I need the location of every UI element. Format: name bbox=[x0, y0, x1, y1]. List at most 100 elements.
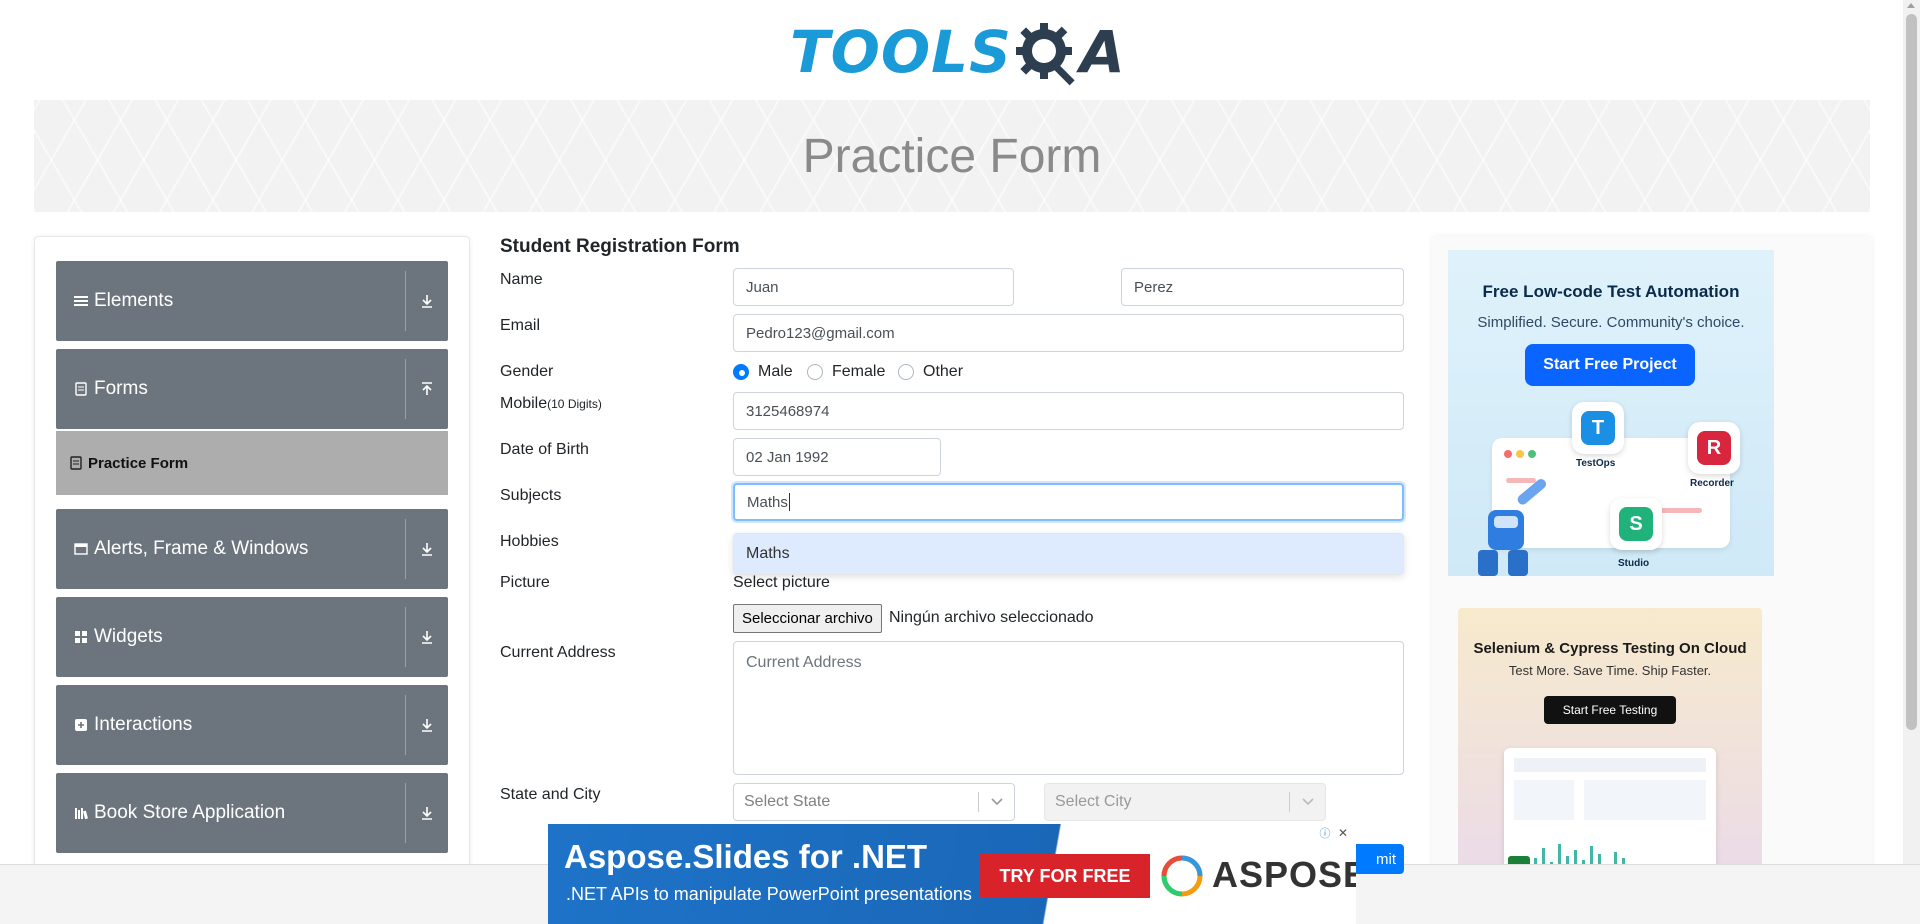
picture-label: Picture bbox=[500, 574, 550, 591]
chevron-down-icon[interactable] bbox=[978, 792, 1014, 812]
sidebar-group-label: Widgets bbox=[94, 626, 163, 647]
divider bbox=[405, 519, 406, 579]
scrollbar-thumb[interactable] bbox=[1906, 14, 1917, 730]
email-label: Email bbox=[500, 317, 541, 334]
gender-radio-male[interactable]: Male bbox=[733, 363, 793, 381]
city-select[interactable]: Select City bbox=[1044, 783, 1326, 821]
gear-magnifier-icon bbox=[1015, 23, 1075, 86]
sidebar-group-label: Book Store Application bbox=[94, 802, 286, 823]
radio-unchecked-icon[interactable] bbox=[898, 364, 914, 380]
recorder-badge: R bbox=[1688, 422, 1740, 474]
dot-icon bbox=[1504, 450, 1512, 458]
sidebar-item-label: Practice Form bbox=[88, 454, 189, 472]
choose-file-button[interactable]: Seleccionar archivo bbox=[733, 604, 882, 633]
aspose-logo-icon bbox=[1161, 855, 1203, 897]
last-name-input[interactable]: Perez bbox=[1121, 268, 1404, 306]
robot-arm-icon bbox=[1478, 479, 1547, 576]
testops-icon: T bbox=[1581, 411, 1615, 445]
date-of-birth-input[interactable]: 02 Jan 1992 bbox=[733, 438, 941, 476]
badge-label: TestOps bbox=[1576, 458, 1616, 469]
sidebar: Elements Forms Practice Form Alerts, Fra… bbox=[34, 236, 470, 924]
subjects-input-text: Maths bbox=[747, 493, 788, 511]
sidebar-group-interactions[interactable]: Interactions bbox=[56, 685, 448, 765]
chevron-down-icon[interactable] bbox=[1289, 792, 1325, 812]
mobile-input[interactable]: 3125468974 bbox=[733, 392, 1404, 430]
ad-title: Free Low-code Test Automation bbox=[1482, 282, 1740, 301]
badge-label: Recorder bbox=[1690, 478, 1734, 489]
start-free-testing-button[interactable]: Start Free Testing bbox=[1544, 696, 1676, 724]
expand-icon[interactable] bbox=[414, 597, 440, 677]
text-caret bbox=[788, 493, 790, 511]
studio-icon: S bbox=[1619, 507, 1653, 541]
gender-radio-other[interactable]: Other bbox=[898, 363, 963, 381]
divider bbox=[405, 359, 406, 419]
first-name-input[interactable]: Juan bbox=[733, 268, 1014, 306]
ad-brand: ASPOSE bbox=[1212, 854, 1356, 895]
radio-label: Female bbox=[832, 363, 886, 380]
expand-icon[interactable] bbox=[414, 685, 440, 765]
expand-icon[interactable] bbox=[414, 509, 440, 589]
divider bbox=[405, 271, 406, 331]
form-title: Student Registration Form bbox=[500, 236, 740, 257]
radio-checked-icon[interactable] bbox=[733, 364, 749, 380]
divider bbox=[405, 607, 406, 667]
state-select[interactable]: Select State bbox=[733, 783, 1015, 821]
sidebar-group-label: Forms bbox=[94, 378, 148, 399]
page-scrollbar[interactable] bbox=[1903, 0, 1920, 864]
mobile-label-text: Mobile bbox=[500, 395, 548, 412]
katalon-ad[interactable]: Free Low-code Test Automation Simplified… bbox=[1448, 250, 1774, 576]
toolsqa-logo[interactable]: TOOLS A bbox=[790, 14, 1125, 90]
hobbies-label: Hobbies bbox=[500, 533, 559, 550]
start-free-project-button[interactable]: Start Free Project bbox=[1525, 344, 1695, 386]
ad-subtitle: Test More. Save Time. Ship Faster. bbox=[1508, 663, 1712, 678]
subjects-option[interactable]: Maths bbox=[734, 534, 1403, 574]
dob-label: Date of Birth bbox=[500, 441, 589, 458]
logo-text: TOOLS bbox=[790, 18, 1012, 86]
recorder-icon: R bbox=[1697, 431, 1731, 465]
subjects-label: Subjects bbox=[500, 487, 562, 504]
radio-unchecked-icon[interactable] bbox=[807, 364, 823, 380]
current-address-textarea[interactable]: Current Address bbox=[733, 641, 1404, 775]
sidebar-group-forms[interactable]: Forms bbox=[56, 349, 448, 429]
close-icon[interactable]: ✕ bbox=[1336, 826, 1350, 840]
sidebar-group-label: Interactions bbox=[94, 714, 193, 735]
ad-subline: .NET APIs to manipulate PowerPoint prese… bbox=[566, 884, 972, 904]
sidebar-item-practice-form[interactable]: Practice Form bbox=[56, 431, 448, 495]
cursor-icon bbox=[75, 719, 87, 731]
document-icon bbox=[75, 382, 87, 396]
collapse-icon[interactable] bbox=[414, 349, 440, 429]
city-placeholder: Select City bbox=[1055, 793, 1132, 810]
ad-subtitle: Simplified. Secure. Community's choice. bbox=[1477, 314, 1745, 331]
gender-radio-female[interactable]: Female bbox=[807, 363, 885, 381]
sidebar-group-widgets[interactable]: Widgets bbox=[56, 597, 448, 677]
file-status-text: Ningún archivo seleccionado bbox=[889, 609, 1094, 626]
radio-label: Male bbox=[758, 363, 793, 380]
sidebar-group-elements[interactable]: Elements bbox=[56, 261, 448, 341]
badge-label: Studio bbox=[1618, 558, 1650, 569]
sidebar-group-label: Alerts, Frame & Windows bbox=[94, 538, 309, 559]
gender-label: Gender bbox=[500, 363, 554, 380]
expand-icon[interactable] bbox=[414, 773, 440, 853]
sidebar-group-book-store[interactable]: Book Store Application bbox=[56, 773, 448, 853]
hamburger-icon bbox=[74, 296, 88, 306]
state-city-label: State and City bbox=[500, 786, 601, 803]
divider bbox=[405, 783, 406, 843]
sidebar-group-alerts[interactable]: Alerts, Frame & Windows bbox=[56, 509, 448, 589]
aspose-ad[interactable]: Aspose.Slides for .NET .NET APIs to mani… bbox=[548, 824, 1356, 924]
try-for-free-button[interactable]: TRY FOR FREE bbox=[980, 854, 1150, 898]
books-icon bbox=[75, 808, 88, 820]
mobile-hint: (10 Digits) bbox=[547, 397, 602, 411]
mobile-label: Mobile(10 Digits) bbox=[500, 395, 602, 413]
scroll-up-icon[interactable] bbox=[1907, 3, 1915, 8]
expand-icon[interactable] bbox=[414, 261, 440, 341]
studio-badge: S bbox=[1610, 498, 1662, 550]
email-input[interactable]: Pedro123@gmail.com bbox=[733, 314, 1404, 352]
testops-badge: T bbox=[1572, 402, 1624, 454]
divider bbox=[405, 695, 406, 755]
ad-info-icon[interactable]: ⓘ bbox=[1318, 826, 1332, 840]
grid-icon bbox=[75, 631, 87, 643]
logo-text-a: A bbox=[1079, 18, 1125, 86]
ad-title: Selenium & Cypress Testing On Cloud bbox=[1473, 640, 1747, 657]
radio-label: Other bbox=[923, 363, 964, 380]
subjects-input[interactable]: Maths bbox=[733, 483, 1404, 521]
